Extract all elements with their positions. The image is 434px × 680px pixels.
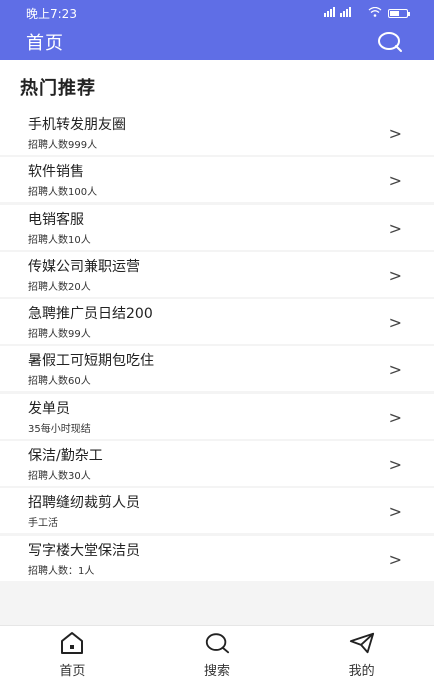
list-item[interactable]: 暑假工可短期包吃住 招聘人数60人 > xyxy=(0,346,434,392)
item-title: 手机转发朋友圈 xyxy=(28,117,126,133)
chevron-right-icon: > xyxy=(388,407,402,427)
chevron-right-icon: > xyxy=(388,124,402,143)
item-title: 招聘缝纫裁剪人员 xyxy=(28,495,140,512)
status-icons xyxy=(324,6,410,20)
send-icon xyxy=(349,630,375,656)
chevron-right-icon: > xyxy=(388,360,402,380)
tab-home[interactable]: 首页 xyxy=(12,626,132,679)
main-content: 热门推荐 手机转发朋友圈 招聘人数999人 > 软件销售 招聘人数100人 > … xyxy=(0,60,434,625)
chevron-right-icon: > xyxy=(388,218,402,238)
search-icon xyxy=(378,32,402,52)
list-item[interactable]: 保洁/勤杂工 招聘人数30人 > xyxy=(0,441,434,487)
signal-icon xyxy=(324,6,362,20)
status-time: 晚上7:23 xyxy=(26,6,77,21)
list-item[interactable]: 传媒公司兼职运营 招聘人数20人 > xyxy=(0,251,434,297)
battery-icon xyxy=(388,8,410,18)
chevron-right-icon: > xyxy=(388,549,402,569)
item-subtitle: 招聘人数100人 xyxy=(28,187,98,199)
item-subtitle: 招聘人数99人 xyxy=(28,329,91,341)
status-bar: 晚上7:23 xyxy=(0,0,434,26)
list-item[interactable]: 招聘缝纫裁剪人员 手工活 > xyxy=(0,488,434,534)
list-item[interactable]: 急聘推广员日结200 招聘人数99人 > xyxy=(0,299,434,345)
tab-label: 首页 xyxy=(59,664,86,679)
page-title: 首页 xyxy=(26,33,64,54)
item-subtitle: 招聘人数10人 xyxy=(28,234,91,246)
item-title: 软件销售 xyxy=(28,164,84,181)
tab-mine[interactable]: 我的 xyxy=(302,626,422,679)
list-item[interactable]: 手机转发朋友圈 招聘人数999人 > xyxy=(0,110,434,155)
item-subtitle: 35每小时现结 xyxy=(28,423,91,435)
job-list: 手机转发朋友圈 招聘人数999人 > 软件销售 招聘人数100人 > 电销客服 … xyxy=(0,110,434,581)
item-title: 发单员 xyxy=(28,400,70,417)
tab-label: 我的 xyxy=(348,664,375,679)
item-subtitle: 手工活 xyxy=(28,518,58,530)
item-subtitle: 招聘人数：1人 xyxy=(28,565,95,577)
item-title: 暑假工可短期包吃住 xyxy=(28,353,154,370)
search-icon xyxy=(204,630,230,656)
bottom-tab-bar: 首页 搜索 我的 xyxy=(0,625,434,680)
item-subtitle: 招聘人数60人 xyxy=(28,376,91,388)
tab-search[interactable]: 搜索 xyxy=(157,626,277,679)
chevron-right-icon: > xyxy=(388,455,402,475)
item-subtitle: 招聘人数999人 xyxy=(28,140,98,151)
home-icon xyxy=(59,630,85,656)
item-title: 保洁/勤杂工 xyxy=(28,448,103,465)
chevron-right-icon: > xyxy=(388,171,402,191)
list-item[interactable]: 软件销售 招聘人数100人 > xyxy=(0,157,434,203)
item-title: 急聘推广员日结200 xyxy=(28,306,153,323)
section-title: 热门推荐 xyxy=(0,60,434,110)
item-subtitle: 招聘人数20人 xyxy=(28,281,91,293)
list-item[interactable]: 发单员 35每小时现结 > xyxy=(0,393,434,439)
header-search-button[interactable] xyxy=(376,28,404,56)
chevron-right-icon: > xyxy=(388,313,402,333)
wifi-icon xyxy=(368,6,382,20)
list-item[interactable]: 电销客服 招聘人数10人 > xyxy=(0,204,434,250)
chevron-right-icon: > xyxy=(388,502,402,522)
item-title: 电销客服 xyxy=(28,211,84,228)
app-header: 晚上7:23 首页 xyxy=(0,0,434,60)
item-title: 写字楼大堂保洁员 xyxy=(28,542,140,559)
tab-label: 搜索 xyxy=(203,664,230,679)
chevron-right-icon: > xyxy=(388,265,402,285)
item-subtitle: 招聘人数30人 xyxy=(28,471,91,483)
item-title: 传媒公司兼职运营 xyxy=(28,258,140,275)
list-item[interactable]: 写字楼大堂保洁员 招聘人数：1人 > xyxy=(0,535,434,581)
